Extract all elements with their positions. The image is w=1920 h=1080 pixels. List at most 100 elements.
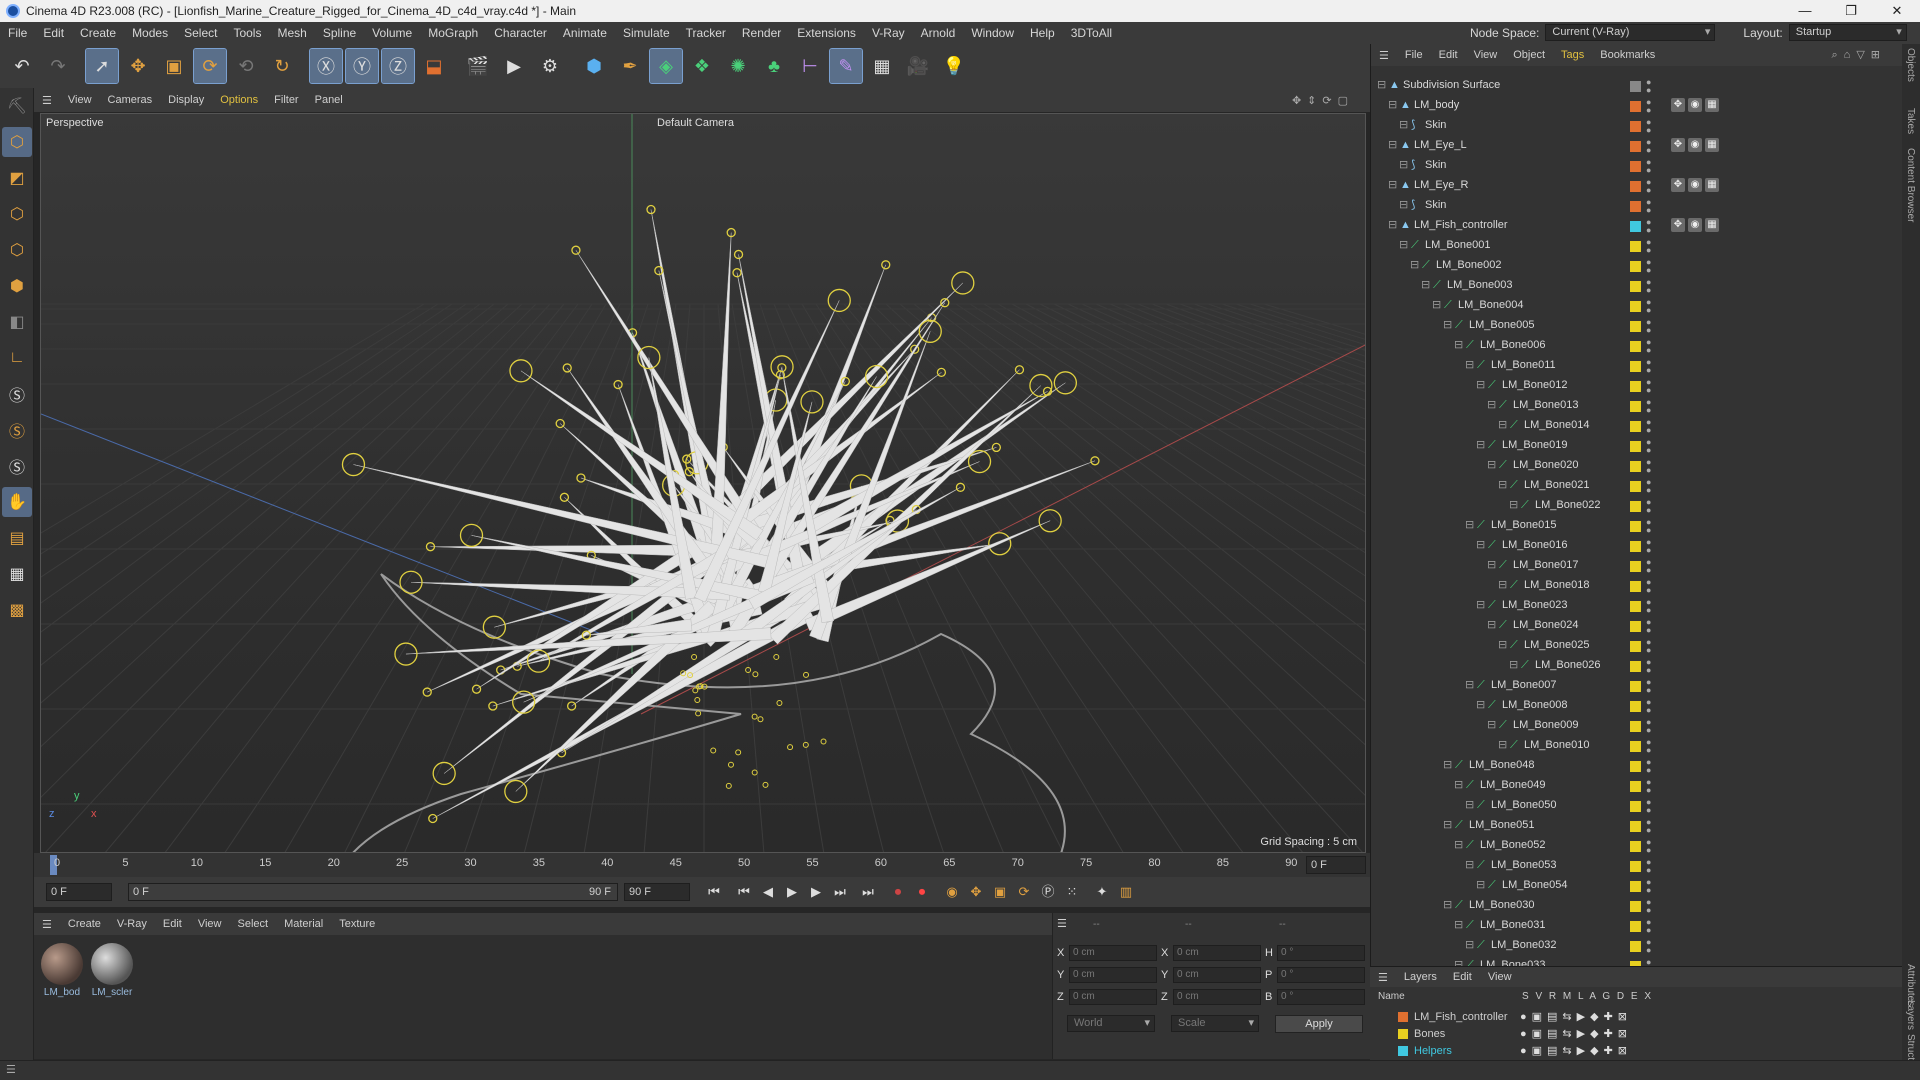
object-row[interactable]: ⊟ ⟋ LM_Bone020 ● ● <box>1371 456 1887 476</box>
layer-color-swatch[interactable] <box>1398 1029 1408 1039</box>
layer-color-swatch[interactable] <box>1630 481 1641 492</box>
object-row[interactable]: ⊟ ⟋ LM_Bone016 ● ● <box>1371 536 1887 556</box>
locked-workplane-icon[interactable]: ▩ <box>2 595 32 625</box>
menu-file[interactable]: File <box>0 26 35 40</box>
object-row[interactable]: ⊟ ⟋ LM_Bone054 ● ● <box>1371 876 1887 896</box>
material-hamburger-icon[interactable]: ☰ <box>34 918 60 931</box>
material-menu-select[interactable]: Select <box>230 918 277 930</box>
layer-color-swatch[interactable] <box>1630 361 1641 372</box>
position-y-field[interactable]: 0 cm <box>1069 967 1157 983</box>
menu-edit[interactable]: Edit <box>35 26 72 40</box>
object-row[interactable]: ⊟ ⟋ LM_Bone008 ● ● <box>1371 696 1887 716</box>
material-swatch[interactable]: LM_bod <box>40 943 84 998</box>
undo-icon[interactable]: ↶ <box>6 49 38 83</box>
expand-toggle-icon[interactable]: ⊟ <box>1454 339 1466 351</box>
layer-color-swatch[interactable] <box>1398 1012 1408 1022</box>
expand-toggle-icon[interactable]: ⊟ <box>1399 199 1411 211</box>
expand-toggle-icon[interactable]: ⊟ <box>1465 799 1477 811</box>
live-selection-icon[interactable]: ➚ <box>85 48 119 84</box>
expand-toggle-icon[interactable]: ⊟ <box>1476 699 1488 711</box>
object-row[interactable]: ⊟ ▲ LM_Fish_controller ● ● ✥ ◉ ▦ <box>1371 216 1887 236</box>
visibility-dots[interactable]: ●● <box>1646 98 1651 115</box>
previous-key-icon[interactable]: ⏮ <box>732 880 756 904</box>
expand-toggle-icon[interactable]: ⊟ <box>1432 299 1444 311</box>
layer-color-swatch[interactable] <box>1630 121 1641 132</box>
layer-row[interactable]: LM_Fish_controller ●▣▤⇆▶◆✚⊠ <box>1370 1009 1902 1026</box>
expand-toggle-icon[interactable]: ⊟ <box>1465 939 1477 951</box>
layer-color-swatch[interactable] <box>1630 541 1641 552</box>
om-menu-file[interactable]: File <box>1397 49 1431 61</box>
go-to-start-icon[interactable]: ⏮ <box>702 880 726 904</box>
coord-system-select[interactable]: World <box>1067 1015 1155 1032</box>
layer-color-swatch[interactable] <box>1630 821 1641 832</box>
redo-icon[interactable]: ↷ <box>42 49 74 83</box>
frame-range-slider[interactable]: 0 F 90 F <box>128 883 618 901</box>
layer-color-swatch[interactable] <box>1630 601 1641 612</box>
recent-tool-icon[interactable]: ⟲ <box>230 49 262 83</box>
render-settings-icon[interactable]: ⚙ <box>534 49 566 83</box>
object-row[interactable]: ⊟ ▲ LM_Eye_L ● ● ✥ ◉ ▦ <box>1371 136 1887 156</box>
start-frame-field[interactable]: 0 F <box>46 883 112 901</box>
visibility-dots[interactable]: ●● <box>1646 418 1651 435</box>
menu-create[interactable]: Create <box>72 26 124 40</box>
rotate-tool-icon[interactable]: ⟳ <box>193 48 227 84</box>
om-menu-object[interactable]: Object <box>1505 49 1553 61</box>
pen-spline-icon[interactable]: ✒ <box>614 49 646 83</box>
object-row[interactable]: ⊟ ⟋ LM_Bone024 ● ● <box>1371 616 1887 636</box>
layer-color-swatch[interactable] <box>1630 861 1641 872</box>
scale-tool-icon[interactable]: ▣ <box>158 49 190 83</box>
layer-flags[interactable]: ●▣▤⇆▶◆✚⊠ <box>1520 1027 1632 1040</box>
expand-toggle-icon[interactable]: ⊟ <box>1443 819 1455 831</box>
layer-color-swatch[interactable] <box>1630 761 1641 772</box>
visibility-dots[interactable]: ●● <box>1646 698 1651 715</box>
expand-toggle-icon[interactable]: ⊟ <box>1498 579 1510 591</box>
expand-toggle-icon[interactable]: ⊟ <box>1443 319 1455 331</box>
visibility-dots[interactable]: ●● <box>1646 938 1651 955</box>
expand-toggle-icon[interactable]: ⊟ <box>1465 519 1477 531</box>
visibility-dots[interactable]: ●● <box>1646 958 1651 967</box>
visibility-dots[interactable]: ●● <box>1646 598 1651 615</box>
layer-row[interactable]: Helpers ●▣▤⇆▶◆✚⊠ <box>1370 1043 1902 1060</box>
visibility-dots[interactable]: ●● <box>1646 438 1651 455</box>
axis-mode-icon[interactable]: ∟ <box>2 343 32 373</box>
render-view-icon[interactable]: 🎬 <box>462 49 494 83</box>
layer-color-swatch[interactable] <box>1630 101 1641 112</box>
tab-content-browser[interactable]: Content Browser <box>1905 148 1916 222</box>
layer-color-swatch[interactable] <box>1630 141 1641 152</box>
layer-color-swatch[interactable] <box>1630 241 1641 252</box>
visibility-dots[interactable]: ●● <box>1646 298 1651 315</box>
camera-object-icon[interactable]: 🎥 <box>902 49 934 83</box>
visibility-dots[interactable]: ●● <box>1646 458 1651 475</box>
viewport-scene[interactable] <box>41 114 1366 853</box>
layer-color-swatch[interactable] <box>1630 401 1641 412</box>
grid-workplane-icon[interactable]: ▦ <box>2 559 32 589</box>
layer-color-swatch[interactable] <box>1630 841 1641 852</box>
layer-menu-layers[interactable]: Layers <box>1396 971 1445 983</box>
layer-color-swatch[interactable] <box>1630 641 1641 652</box>
material-menu-view[interactable]: View <box>190 918 230 930</box>
status-menu-icon[interactable]: ☰ <box>6 1063 16 1076</box>
menu-spline[interactable]: Spline <box>315 26 364 40</box>
expand-toggle-icon[interactable]: ⊟ <box>1509 499 1521 511</box>
scale-key-icon[interactable]: ▣ <box>988 880 1012 904</box>
menu-tools[interactable]: Tools <box>225 26 269 40</box>
workplane-icon[interactable]: ▤ <box>2 523 32 553</box>
material-swatch[interactable]: LM_scler <box>90 943 134 998</box>
layer-color-swatch[interactable] <box>1630 301 1641 312</box>
layer-color-swatch[interactable] <box>1630 321 1641 332</box>
layer-color-swatch[interactable] <box>1630 781 1641 792</box>
coordinate-system-icon[interactable]: ⬓ <box>418 49 450 83</box>
layer-color-swatch[interactable] <box>1630 281 1641 292</box>
play-icon[interactable]: ▶ <box>780 880 804 904</box>
layer-color-swatch[interactable] <box>1630 521 1641 532</box>
material-menu-texture[interactable]: Texture <box>331 918 383 930</box>
expand-toggle-icon[interactable]: ⊟ <box>1465 679 1477 691</box>
visibility-dots[interactable]: ●● <box>1646 658 1651 675</box>
coord-mode-select[interactable]: Scale <box>1171 1015 1259 1032</box>
parameter-key-icon[interactable]: Ⓟ <box>1036 880 1060 904</box>
expand-toggle-icon[interactable]: ⊟ <box>1476 439 1488 451</box>
object-row[interactable]: ⊟ ⟋ LM_Bone025 ● ● <box>1371 636 1887 656</box>
expand-toggle-icon[interactable]: ⊟ <box>1476 599 1488 611</box>
expand-toggle-icon[interactable]: ⊟ <box>1454 919 1466 931</box>
expand-toggle-icon[interactable]: ⊟ <box>1465 859 1477 871</box>
